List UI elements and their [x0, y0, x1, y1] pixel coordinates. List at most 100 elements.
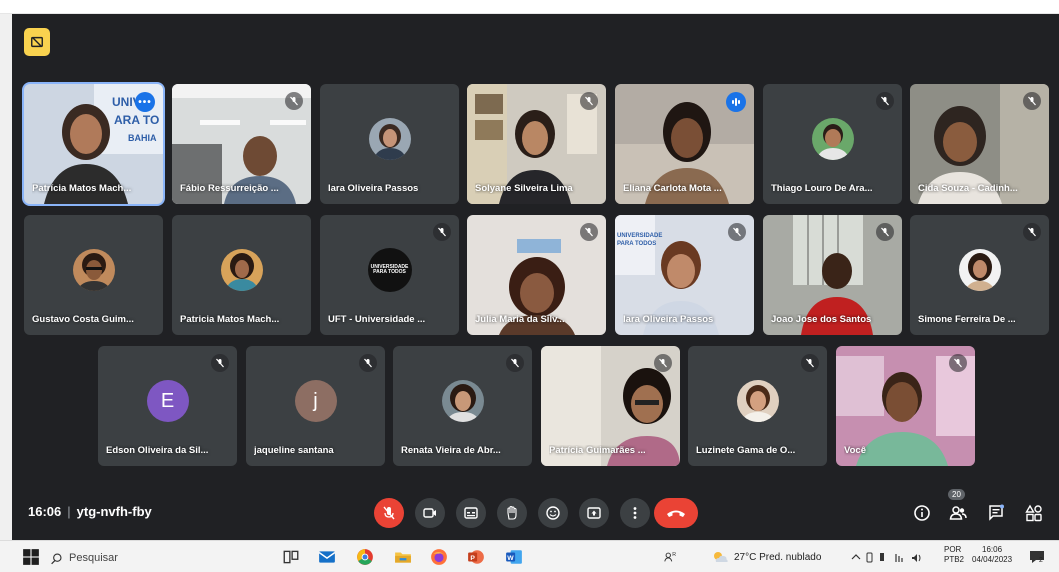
mic-off-icon	[511, 358, 519, 368]
audio-level-icon	[732, 98, 740, 106]
system-tray[interactable]	[850, 547, 940, 567]
chat-button[interactable]	[984, 501, 1008, 525]
taskbar-app-chrome[interactable]	[356, 547, 374, 567]
participant-tile[interactable]: Simone Ferreira De ...	[910, 215, 1049, 335]
windows-logo-icon	[23, 549, 39, 565]
captions-button[interactable]	[456, 498, 486, 528]
participant-name: Julia Maria da Silv...	[475, 314, 565, 325]
taskbar-app-word[interactable]: W	[505, 547, 523, 567]
participant-count-badge: 20	[948, 489, 965, 500]
participant-tile-self[interactable]: Você	[836, 346, 975, 466]
mic-toggle-button[interactable]	[374, 498, 404, 528]
people-icon	[949, 506, 967, 520]
end-call-button[interactable]	[654, 498, 698, 528]
participant-tile[interactable]: Patrícia Guimarães ...	[541, 346, 680, 466]
taskbar-app-mail[interactable]	[318, 547, 336, 567]
emoji-icon	[546, 506, 560, 520]
more-vertical-icon	[633, 507, 637, 519]
participant-tile[interactable]: Cida Souza - Cadinh...	[910, 84, 1049, 204]
participant-tile[interactable]: Renata Vieira de Abr...	[393, 346, 532, 466]
mic-off-indicator	[801, 354, 819, 372]
mic-off-icon	[806, 358, 814, 368]
participant-tile[interactable]: Julia Maria da Silv...	[467, 215, 606, 335]
taskbar-app-explorer[interactable]	[394, 547, 412, 567]
participant-tile[interactable]: Patricia Matos Mach...	[172, 215, 311, 335]
taskbar-time: 16:06	[982, 545, 1003, 554]
participant-tile[interactable]: Fábio Ressurreição ...	[172, 84, 311, 204]
participant-avatar	[736, 380, 779, 423]
taskbar-app-firefox[interactable]	[430, 547, 448, 567]
participant-tile[interactable]: UNIVERSIDADE PARA TODOS Iara Oliveira Pa…	[615, 215, 754, 335]
participant-tile[interactable]: UNIVE ARA TO BAHIA ••• Patrícia Matos Ma…	[22, 82, 165, 206]
mic-off-icon	[1028, 227, 1036, 237]
mic-off-icon	[881, 227, 889, 237]
mic-off-indicator	[580, 92, 598, 110]
weather-text: 27°C Pred. nublado	[734, 551, 822, 563]
taskbar-clock[interactable]: 16:06 04/04/2023	[972, 545, 1012, 565]
participant-name: Iara Oliveira Passos	[623, 314, 714, 325]
camera-toggle-button[interactable]	[415, 498, 445, 528]
participant-tile[interactable]: Solyane Silveira Lima	[467, 84, 606, 204]
taskbar-app-powerpoint[interactable]: P	[467, 547, 485, 567]
participant-tile[interactable]: Eliana Carlota Mota ...	[615, 84, 754, 204]
meeting-time-and-code: 16:06 | ytg-nvfh-fby	[28, 504, 152, 519]
mic-off-icon	[585, 227, 593, 237]
activities-icon	[1025, 504, 1042, 522]
language-indicator[interactable]: POR PTB2	[944, 545, 964, 565]
participant-tile[interactable]: Thiago Louro De Ara...	[763, 84, 902, 204]
raise-hand-button[interactable]	[497, 498, 527, 528]
participant-name: Joao Jose dos Santos	[771, 314, 872, 325]
notification-icon	[1030, 551, 1044, 563]
more-options-badge[interactable]: •••	[135, 92, 155, 112]
svg-text:ARA TO: ARA TO	[114, 113, 159, 127]
present-screen-button[interactable]	[579, 498, 609, 528]
contacts-icon: R	[664, 552, 676, 562]
mic-off-indicator	[211, 354, 229, 372]
mic-off-icon	[659, 358, 667, 368]
participant-tile[interactable]: E Edson Oliveira da Sil...	[98, 346, 237, 466]
participant-avatar	[811, 118, 854, 161]
svg-text:BAHIA: BAHIA	[128, 133, 157, 143]
more-options-button[interactable]	[620, 498, 650, 528]
participant-avatar	[958, 249, 1001, 292]
participant-name: Cida Souza - Cadinh...	[918, 183, 1018, 194]
mic-off-indicator	[876, 223, 894, 241]
powerpoint-icon: P	[468, 550, 484, 564]
mic-off-icon	[1028, 96, 1036, 106]
taskbar-search[interactable]: Pesquisar	[50, 549, 260, 567]
participant-tile[interactable]: Joao Jose dos Santos	[763, 215, 902, 335]
participant-name: UFT - Universidade ...	[328, 314, 426, 325]
participant-initial: E	[146, 380, 189, 423]
word-icon: W	[506, 550, 522, 564]
mic-off-indicator	[728, 223, 746, 241]
participant-tile[interactable]: Gustavo Costa Guim...	[24, 215, 163, 335]
participant-tile[interactable]: Iara Oliveira Passos	[320, 84, 459, 204]
camera-icon	[423, 508, 436, 518]
weather-widget[interactable]: 27°C Pred. nublado	[710, 547, 821, 567]
meeting-control-bar: 16:06 | ytg-nvfh-fby 20	[12, 486, 1059, 540]
participant-tile[interactable]: j jaqueline santana	[246, 346, 385, 466]
recording-badge[interactable]	[24, 28, 50, 56]
participant-name: Solyane Silveira Lima	[475, 183, 573, 194]
notifications-button[interactable]: 2	[1028, 547, 1046, 567]
participant-avatar	[441, 380, 484, 423]
participant-tile[interactable]: Luzinete Gama de O...	[688, 346, 827, 466]
mic-off-indicator	[580, 223, 598, 241]
mail-app-icon	[318, 551, 336, 563]
participants-button[interactable]: 20	[946, 489, 970, 525]
mic-off-icon	[383, 506, 395, 520]
meeting-info-button[interactable]	[910, 501, 934, 525]
task-view-button[interactable]	[282, 547, 300, 567]
emoji-reaction-button[interactable]	[538, 498, 568, 528]
start-button[interactable]	[22, 547, 40, 567]
people-taskbar-button[interactable]: R	[663, 547, 677, 567]
file-explorer-icon	[395, 552, 411, 563]
notification-count: 2	[1039, 557, 1043, 564]
chat-icon	[989, 504, 1004, 521]
participant-tile[interactable]: UNIVERSIDADE PARA TODOS UFT - Universida…	[320, 215, 459, 335]
mic-off-indicator	[876, 92, 894, 110]
activities-button[interactable]	[1022, 501, 1046, 525]
participant-name: Iara Oliveira Passos	[328, 183, 419, 194]
mic-off-indicator	[1023, 223, 1041, 241]
mic-off-icon	[216, 358, 224, 368]
